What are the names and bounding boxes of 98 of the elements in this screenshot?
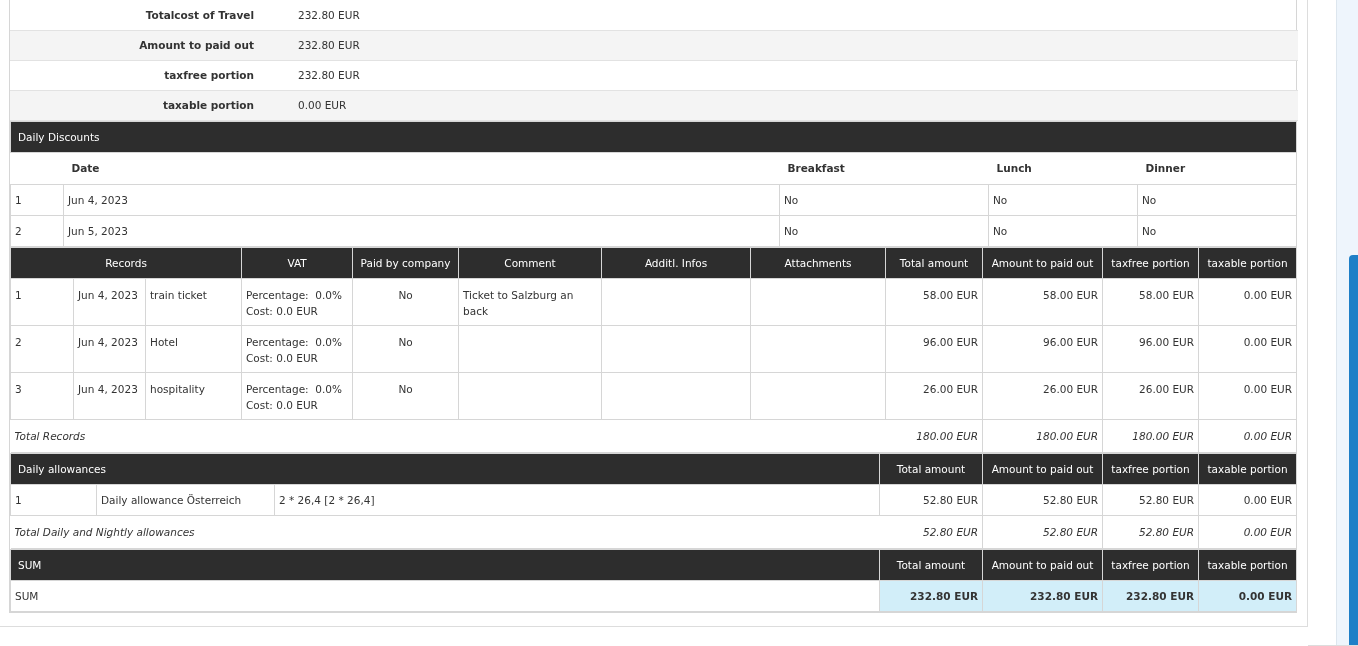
table-cell: No (352, 278, 459, 325)
table-cell-text: Percentage: 0.0% (246, 334, 343, 350)
table-cell: 26.00 EUR (982, 372, 1103, 419)
table-cell: 232.80 EUR (982, 580, 1103, 611)
table-cell: Ticket to Salzburg an back (458, 278, 602, 325)
section-title: Daily allowances (10, 453, 880, 484)
table-cell-text: Cost: 0.0 EUR (246, 397, 319, 413)
table-cell: 0.00 EUR (1198, 515, 1297, 548)
table-cell: No (988, 184, 1138, 215)
column-header: Breakfast (779, 152, 989, 184)
table-cell-text: Percentage: 0.0% (246, 381, 343, 397)
column-header: Additl. Infos (601, 247, 751, 278)
table-cell: No (1137, 184, 1297, 215)
table-cell: No (352, 372, 459, 419)
table-cell: 180.00 EUR (885, 419, 983, 452)
table-cell: 232.80 EUR (1102, 580, 1199, 611)
table-cell: Jun 4, 2023 (63, 184, 780, 215)
table-cell: 180.00 EUR (1102, 419, 1199, 452)
table-cell-text: Cost: 0.0 EUR (246, 303, 319, 319)
field-label: Amount to paid out (10, 30, 280, 60)
table-cell: 26.00 EUR (885, 372, 983, 419)
scrollbar-thumb[interactable] (1349, 255, 1358, 645)
field-value: 232.80 EUR (280, 30, 1298, 60)
column-header: Records (10, 247, 242, 278)
table-cell: 58.00 EUR (885, 278, 983, 325)
column-header: Total amount (885, 247, 983, 278)
table-cell: 1 (10, 278, 74, 325)
table-cell: 96.00 EUR (885, 325, 983, 372)
table-cell: No (779, 215, 989, 246)
table-cell: 52.80 EUR (879, 515, 983, 548)
section-title: Daily Discounts (10, 121, 1297, 152)
table-cell: 2 * 26,4 [2 * 26,4] (274, 484, 880, 515)
field-value: 232.80 EUR (280, 0, 1298, 30)
table-cell: Daily allowance Österreich (96, 484, 275, 515)
table-cell: 0.00 EUR (1198, 325, 1297, 372)
column-header: taxable portion (1198, 549, 1297, 580)
table-cell-text: Percentage: 0.0% (246, 287, 343, 303)
table-cell: 58.00 EUR (982, 278, 1103, 325)
table-cell: 26.00 EUR (1102, 372, 1199, 419)
table-cell: train ticket (145, 278, 242, 325)
table-cell: 0.00 EUR (1198, 372, 1297, 419)
table-cell: Jun 4, 2023 (73, 325, 146, 372)
section-title: SUM (10, 549, 880, 580)
table-cell: 52.80 EUR (879, 484, 983, 515)
table-cell: 96.00 EUR (1102, 325, 1199, 372)
table-cell: 1 (10, 184, 64, 215)
column-header: taxfree portion (1102, 247, 1199, 278)
table-cell: No (352, 325, 459, 372)
table-cell: 0.00 EUR (1198, 580, 1297, 611)
column-header: taxable portion (1198, 453, 1297, 484)
table-cell: 52.80 EUR (982, 484, 1103, 515)
table-cell: SUM (10, 580, 880, 611)
table-cell: Jun 4, 2023 (73, 372, 146, 419)
table-cell: 0.00 EUR (1198, 484, 1297, 515)
table-cell: Total Records (10, 419, 886, 452)
column-header: taxfree portion (1102, 453, 1199, 484)
table-cell-text: Cost: 0.0 EUR (246, 350, 319, 366)
field-label: Totalcost of Travel (10, 0, 280, 30)
column-header: Paid by company (352, 247, 459, 278)
table-cell: 2 (10, 325, 74, 372)
column-header: VAT (241, 247, 353, 278)
table-cell: 52.80 EUR (1102, 515, 1199, 548)
column-header: Total amount (879, 549, 983, 580)
table-cell: 3 (10, 372, 74, 419)
field-label: taxfree portion (10, 60, 280, 90)
table-cell: Jun 4, 2023 (73, 278, 146, 325)
table-cell: No (779, 184, 989, 215)
field-value: 232.80 EUR (280, 60, 1298, 90)
table-cell: 52.80 EUR (982, 515, 1103, 548)
column-header: Lunch (988, 152, 1138, 184)
table-cell: 232.80 EUR (879, 580, 983, 611)
column-header: Comment (458, 247, 602, 278)
column-header: Total amount (879, 453, 983, 484)
table-cell: 52.80 EUR (1102, 484, 1199, 515)
table-cell: 180.00 EUR (982, 419, 1103, 452)
table-cell: hospitality (145, 372, 242, 419)
table-cell: Hotel (145, 325, 242, 372)
table-cell: 58.00 EUR (1102, 278, 1199, 325)
column-header: Attachments (750, 247, 886, 278)
column-header: Date (63, 152, 780, 184)
table-cell: 96.00 EUR (982, 325, 1103, 372)
column-header: Amount to paid out (982, 247, 1103, 278)
field-label: taxable portion (10, 90, 280, 120)
table-cell: No (988, 215, 1138, 246)
column-header: Dinner (1137, 152, 1297, 184)
scrollbar[interactable] (1336, 0, 1358, 645)
table-cell: 2 (10, 215, 64, 246)
table-cell: 1 (10, 484, 97, 515)
column-header: taxfree portion (1102, 549, 1199, 580)
table-cell: 0.00 EUR (1198, 278, 1297, 325)
table-cell: Jun 5, 2023 (63, 215, 780, 246)
field-value: 0.00 EUR (280, 90, 1298, 120)
column-header: Amount to paid out (982, 453, 1103, 484)
table-cell: No (1137, 215, 1297, 246)
column-header: Amount to paid out (982, 549, 1103, 580)
column-header: taxable portion (1198, 247, 1297, 278)
table-cell: Total Daily and Nightly allowances (10, 515, 880, 548)
table-cell: 0.00 EUR (1198, 419, 1297, 452)
